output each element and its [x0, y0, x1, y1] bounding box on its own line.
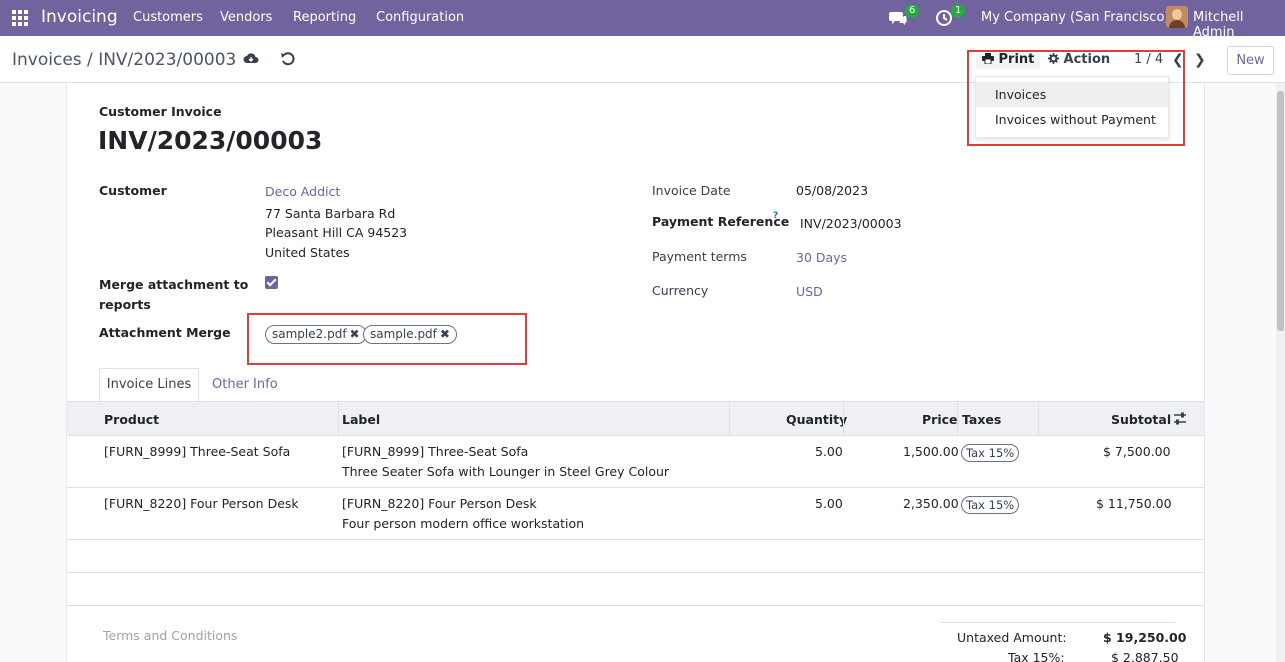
row2-product[interactable]: [FURN_8220] Four Person Desk	[104, 496, 299, 511]
row1-price[interactable]: 1,500.00	[903, 444, 959, 459]
row-divider	[67, 605, 1204, 606]
discard-icon[interactable]	[280, 51, 296, 67]
breadcrumb-current: INV/2023/00003	[98, 50, 237, 70]
column-subtotal[interactable]: Subtotal	[1111, 412, 1171, 427]
tax-label: Tax 15%:	[1008, 650, 1065, 662]
table-header: Product Label Quantity Price Taxes Subto…	[67, 401, 1204, 436]
new-button[interactable]: New	[1227, 46, 1274, 75]
address-line-2: Pleasant Hill CA 94523	[265, 225, 408, 240]
currency-field[interactable]: USD	[796, 284, 823, 299]
row2-label[interactable]: [FURN_8220] Four Person Desk	[342, 496, 537, 511]
row1-subtotal: $ 7,500.00	[1103, 444, 1171, 459]
invoice-date-field[interactable]: 05/08/2023	[796, 183, 868, 198]
untaxed-amount-label: Untaxed Amount:	[957, 630, 1067, 645]
pager-next-icon[interactable]: ❯	[1194, 52, 1206, 68]
company-switcher[interactable]: My Company (San Francisco)	[981, 10, 1169, 25]
breadcrumb-invoices[interactable]: Invoices	[12, 50, 82, 70]
row1-description[interactable]: Three Seater Sofa with Lounger in Steel …	[342, 464, 669, 479]
totals-divider	[940, 622, 1175, 623]
tax-value: $ 2,887.50	[1111, 650, 1179, 662]
merge-attachment-checkbox[interactable]	[265, 276, 278, 289]
menu-reporting[interactable]: Reporting	[293, 10, 356, 25]
invoice-number-title: INV/2023/00003	[98, 126, 323, 155]
scrollbar[interactable]	[1276, 83, 1285, 662]
avatar[interactable]	[1166, 6, 1188, 28]
attachment-merge-label: Attachment Merge	[99, 325, 231, 340]
row-divider	[67, 487, 1204, 488]
app-name[interactable]: Invoicing	[41, 7, 118, 27]
highlight-box	[967, 50, 1185, 146]
row2-tax-tag[interactable]: Tax 15%	[961, 496, 1020, 514]
payment-terms-label: Payment terms	[652, 249, 747, 264]
address-line-3: United States	[265, 245, 350, 260]
row2-price[interactable]: 2,350.00	[903, 496, 959, 511]
customer-name-link[interactable]: Deco Addict	[265, 184, 340, 199]
terms-and-conditions-field[interactable]: Terms and Conditions	[103, 628, 237, 643]
tab-other-info[interactable]: Other Info	[212, 377, 278, 392]
tab-invoice-lines[interactable]: Invoice Lines	[99, 368, 199, 402]
column-label[interactable]: Label	[342, 412, 380, 427]
row2-subtotal: $ 11,750.00	[1096, 496, 1172, 511]
row-divider	[67, 539, 1204, 540]
menu-vendors[interactable]: Vendors	[220, 10, 272, 25]
row2-description[interactable]: Four person modern office workstation	[342, 516, 584, 531]
optional-columns-icon[interactable]	[1173, 412, 1187, 425]
column-taxes[interactable]: Taxes	[962, 412, 1001, 427]
row1-quantity[interactable]: 5.00	[815, 444, 843, 459]
menu-customers[interactable]: Customers	[133, 10, 203, 25]
payment-reference-field[interactable]: INV/2023/00003	[800, 216, 902, 231]
form-sheet	[66, 83, 1205, 662]
row1-label[interactable]: [FURN_8999] Three-Seat Sofa	[342, 444, 528, 459]
activities-badge: 1	[951, 4, 966, 18]
column-product[interactable]: Product	[104, 412, 159, 427]
menu-configuration[interactable]: Configuration	[376, 10, 464, 25]
help-tooltip-icon[interactable]: ?	[773, 211, 778, 221]
invoice-date-label: Invoice Date	[652, 183, 731, 198]
invoice-type-label: Customer Invoice	[99, 104, 222, 119]
column-price[interactable]: Price	[922, 412, 958, 427]
currency-label: Currency	[652, 283, 709, 298]
row2-quantity[interactable]: 5.00	[815, 496, 843, 511]
messages-badge: 6	[905, 4, 920, 18]
row1-product[interactable]: [FURN_8999] Three-Seat Sofa	[104, 444, 290, 459]
app-menu-icon[interactable]	[12, 10, 28, 26]
payment-terms-field[interactable]: 30 Days	[796, 250, 847, 265]
save-cloud-icon[interactable]	[243, 51, 259, 65]
untaxed-amount-value: $ 19,250.00	[1103, 630, 1187, 645]
row1-tax-tag[interactable]: Tax 15%	[961, 444, 1020, 462]
column-quantity[interactable]: Quantity	[786, 412, 847, 427]
address-line-1: 77 Santa Barbara Rd	[265, 206, 396, 221]
highlight-box	[247, 313, 527, 365]
breadcrumb: Invoices / INV/2023/00003	[12, 50, 236, 70]
breadcrumb-separator: /	[87, 50, 93, 70]
customer-label: Customer	[99, 183, 167, 198]
row-divider	[67, 572, 1204, 573]
payment-reference-label: Payment Reference	[652, 214, 790, 229]
merge-attachment-label: Merge attachment to reports	[99, 277, 249, 312]
top-navbar: Invoicing Customers Vendors Reporting Co…	[0, 0, 1285, 40]
